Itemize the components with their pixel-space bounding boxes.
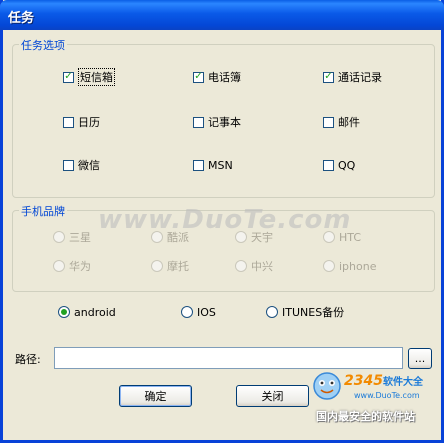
path-label: 路径: [15,353,41,366]
radio-brand-huawei-label: 华为 [69,260,91,273]
logo-brand-cn: 软件大全 [382,377,423,388]
checkbox-call-log[interactable]: ✓ 通话记录 [323,69,382,85]
checkbox-qq-box[interactable] [323,159,334,171]
duote-logo: 2345软件大全 www.DuoTe.com 国内最安全的软件站 [308,365,444,425]
radio-brand-huawei-circle[interactable] [53,260,65,272]
checkbox-wechat-box[interactable] [63,159,74,171]
checkbox-mail[interactable]: 邮件 [323,114,360,130]
radio-brand-samsung-label: 三星 [69,231,91,244]
radio-platform-ios[interactable]: IOS [181,304,216,320]
checkbox-msn[interactable]: MSN [193,157,233,173]
checkbox-call-log-label: 通话记录 [338,71,382,84]
radio-platform-itunes-circle[interactable] [266,306,278,318]
radio-brand-huawei[interactable]: 华为 [53,258,91,274]
checkbox-calendar-box[interactable] [63,116,74,128]
logo-brand: 2345软件大全 [344,373,423,389]
window-title: 任务 [8,11,35,26]
radio-brand-motorola[interactable]: 摩托 [151,258,189,274]
radio-brand-motorola-label: 摩托 [167,260,189,273]
checkbox-msn-box[interactable] [193,159,204,171]
logo-slogan: 国内最安全的软件站 [316,410,415,423]
checkbox-notepad-box[interactable] [193,116,204,128]
radio-platform-ios-label: IOS [197,305,216,319]
task-dialog: 任务 任务选项 ✓ 短信箱 ✓ 电话簿 ✓ 通话记录 日历 记事本 邮件 微信 … [0,0,444,443]
phone-brand-legend: 手机品牌 [19,203,67,219]
logo-brand-number: 2345 [344,373,383,389]
radio-brand-iphone-label: iphone [339,259,377,273]
checkbox-mail-label: 邮件 [338,116,360,129]
title-bar[interactable]: 任务 [0,0,444,30]
checkbox-qq-label: QQ [338,158,356,172]
radio-brand-iphone[interactable]: iphone [323,258,376,274]
radio-brand-samsung[interactable]: 三星 [53,229,91,245]
checkbox-notepad-label: 记事本 [208,116,241,129]
checkbox-phonebook-label: 电话簿 [208,71,241,84]
close-button[interactable]: 关闭 [236,385,309,407]
radio-platform-android-label: android [74,305,116,319]
checkbox-wechat-label: 微信 [78,159,100,172]
radio-platform-android[interactable]: android [58,304,116,320]
ok-button[interactable]: 确定 [119,385,192,407]
checkbox-msn-label: MSN [208,158,233,172]
radio-platform-android-circle[interactable] [58,306,70,318]
checkbox-phonebook[interactable]: ✓ 电话簿 [193,69,241,85]
radio-brand-zte-circle[interactable] [235,260,247,272]
radio-brand-motorola-circle[interactable] [151,260,163,272]
checkbox-calendar[interactable]: 日历 [63,114,100,130]
radio-brand-iphone-circle[interactable] [323,260,335,272]
radio-platform-itunes-label: ITUNES备份 [282,306,345,319]
checkbox-call-log-box[interactable]: ✓ [323,71,334,83]
watermark-text: www.DuoTe.com [98,205,352,235]
checkbox-sms[interactable]: ✓ 短信箱 [63,68,115,86]
checkbox-mail-box[interactable] [323,116,334,128]
checkbox-phonebook-box[interactable]: ✓ [193,71,204,83]
task-options-group: 任务选项 ✓ 短信箱 ✓ 电话簿 ✓ 通话记录 日历 记事本 邮件 微信 MSN… [12,37,435,198]
radio-platform-ios-circle[interactable] [181,306,193,318]
logo-site: www.DuoTe.com [354,391,420,400]
checkbox-sms-box[interactable]: ✓ [63,71,74,83]
mascot-icon [313,372,341,400]
radio-selected-dot [61,309,67,315]
radio-brand-zte-label: 中兴 [251,260,273,273]
checkbox-qq[interactable]: QQ [323,157,355,173]
checkbox-notepad[interactable]: 记事本 [193,114,241,130]
radio-brand-zte[interactable]: 中兴 [235,258,273,274]
task-options-legend: 任务选项 [19,37,67,53]
checkbox-sms-label: 短信箱 [78,68,115,86]
radio-brand-samsung-circle[interactable] [53,231,65,243]
checkbox-wechat[interactable]: 微信 [63,157,100,173]
radio-platform-itunes[interactable]: ITUNES备份 [266,304,344,320]
checkbox-calendar-label: 日历 [78,116,100,129]
